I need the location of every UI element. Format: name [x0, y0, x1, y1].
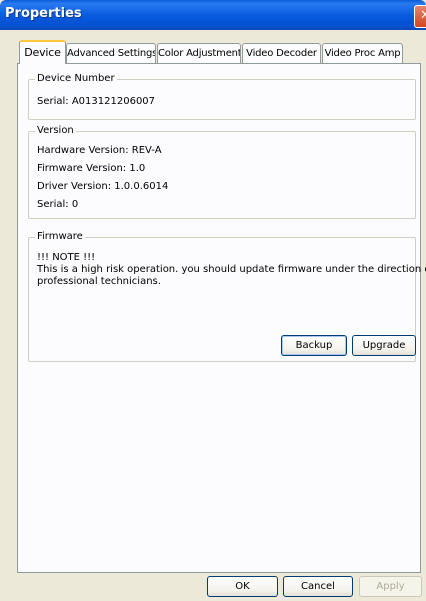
- tab-advanced-settings[interactable]: Advanced Settings: [66, 43, 156, 63]
- firmware-warning-line2: professional technicians.: [37, 276, 161, 287]
- firmware-version-text: Firmware Version: 1.0: [37, 163, 146, 174]
- firmware-group: Firmware !!! NOTE !!! This is a high ris…: [28, 230, 426, 362]
- tab-video-decoder[interactable]: Video Decoder: [242, 43, 321, 63]
- backup-button[interactable]: Backup: [281, 335, 347, 356]
- close-icon: ✕: [420, 8, 426, 23]
- title-bar[interactable]: Properties ✕: [0, 0, 426, 30]
- driver-version-text: Driver Version: 1.0.0.6014: [37, 181, 169, 192]
- version-group: Version Hardware Version: REV-A Firmware…: [28, 124, 416, 219]
- apply-button[interactable]: Apply: [359, 576, 422, 597]
- device-number-group: Device Number Serial: A013121206007: [28, 72, 416, 120]
- firmware-legend: Firmware: [35, 230, 85, 244]
- close-button[interactable]: ✕: [414, 5, 426, 28]
- tab-video-proc-amp[interactable]: Video Proc Amp: [322, 43, 403, 63]
- properties-dialog: Properties ✕ Device Advanced Settings Co…: [0, 0, 426, 601]
- version-legend: Version: [35, 124, 76, 138]
- version-serial-text: Serial: 0: [37, 199, 79, 210]
- upgrade-button[interactable]: Upgrade: [352, 335, 416, 356]
- cancel-button[interactable]: Cancel: [283, 576, 353, 597]
- ok-button[interactable]: OK: [207, 576, 278, 597]
- hardware-version-text: Hardware Version: REV-A: [37, 145, 162, 156]
- device-tab-panel: Device Number Serial: A013121206007 Vers…: [17, 63, 426, 573]
- device-serial-text: Serial: A013121206007: [37, 96, 156, 107]
- tab-device[interactable]: Device: [19, 40, 66, 64]
- window-title: Properties: [5, 6, 82, 21]
- device-number-legend: Device Number: [35, 72, 117, 86]
- tab-color-adjustment[interactable]: Color Adjustment: [157, 43, 241, 63]
